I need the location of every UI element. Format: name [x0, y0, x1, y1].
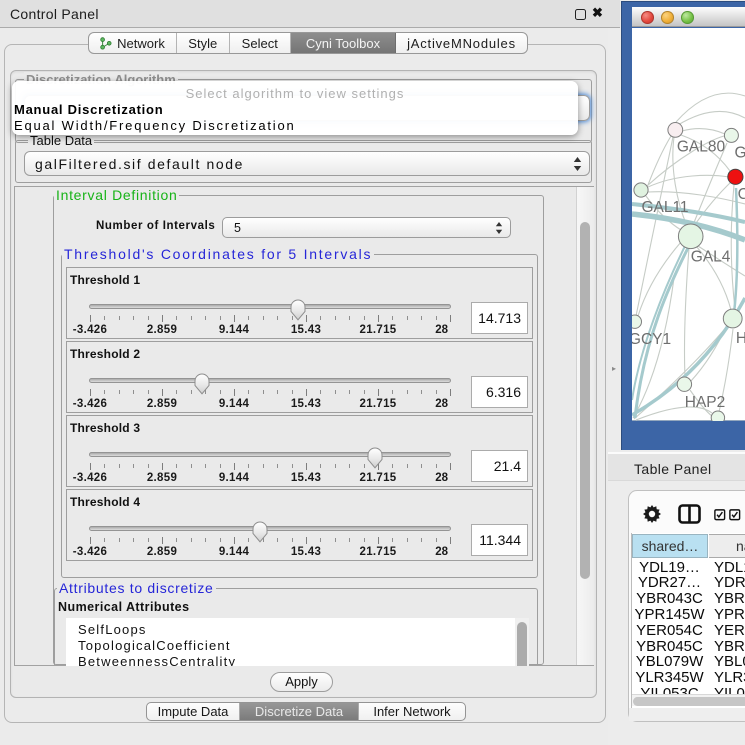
svg-text:HAP2: HAP2	[685, 394, 726, 411]
svg-text:H: H	[736, 330, 745, 347]
svg-text:G.: G.	[735, 145, 745, 162]
svg-text:GAL80: GAL80	[677, 139, 726, 156]
svg-text:GCY1: GCY1	[632, 331, 671, 348]
svg-text:GAL11: GAL11	[641, 199, 688, 216]
svg-text:GAL4: GAL4	[691, 249, 731, 266]
svg-text:C: C	[738, 186, 745, 203]
